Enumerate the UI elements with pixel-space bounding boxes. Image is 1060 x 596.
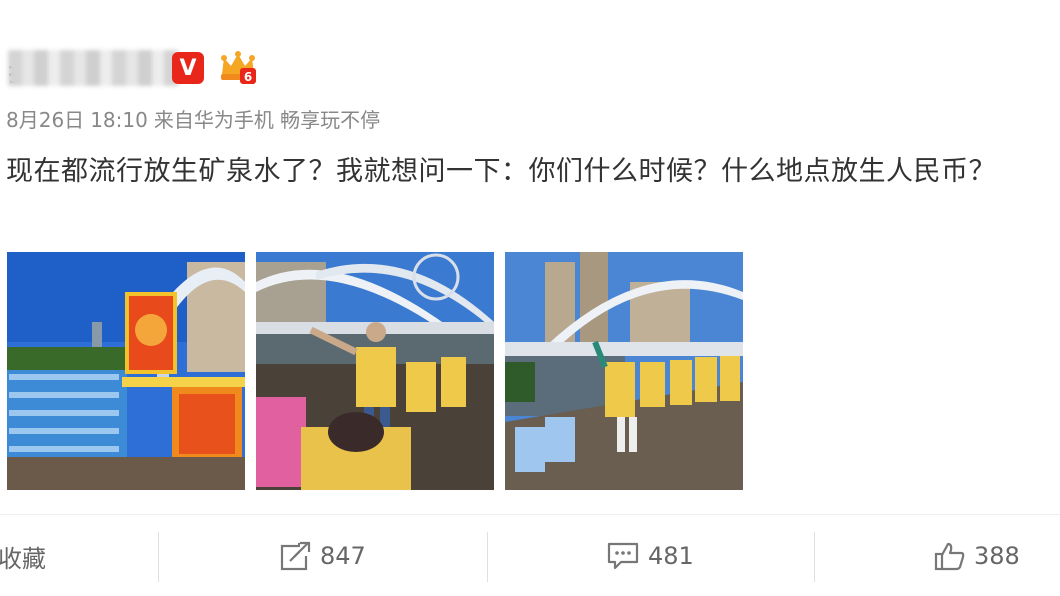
username[interactable]: 扌 [8, 48, 178, 88]
post-time[interactable]: 18:10 [90, 108, 148, 132]
photo-altar-water-bottles[interactable] [7, 252, 245, 490]
photo-group-riverbank[interactable] [505, 252, 743, 490]
repost-button[interactable]: 847 [280, 538, 366, 574]
crown-level-icon[interactable]: 6 [218, 50, 258, 86]
post-source[interactable]: 来自华为手机 畅享玩不停 [154, 108, 380, 132]
level-number: 6 [244, 70, 252, 84]
action-separator [487, 532, 488, 582]
repost-icon [280, 541, 312, 571]
divider [0, 514, 1060, 515]
action-bar: 收藏 847 481 388 [0, 520, 1060, 596]
action-separator [814, 532, 815, 582]
post-meta: 8月26日 18:10 来自华为手机 畅享玩不停 [6, 104, 386, 133]
collect-label: 收藏 [0, 544, 46, 573]
comment-count: 481 [648, 542, 694, 570]
photo-woman-pointing-bridge[interactable] [256, 252, 494, 490]
collect-button[interactable]: 收藏 [0, 538, 46, 574]
username-blurred [8, 50, 178, 86]
like-icon [934, 542, 965, 571]
post-date[interactable]: 8月26日 [6, 108, 84, 132]
action-separator [158, 532, 159, 582]
comment-icon [607, 542, 639, 570]
vip-badge-icon[interactable]: V [172, 52, 204, 84]
comment-button[interactable]: 481 [606, 538, 694, 574]
like-button[interactable]: 388 [934, 538, 1020, 574]
post-text: 现在都流行放生矿泉水了？我就想问一下：你们什么时候？什么地点放生人民币？ [6, 156, 996, 187]
like-count: 388 [974, 542, 1020, 570]
repost-count: 847 [320, 542, 366, 570]
